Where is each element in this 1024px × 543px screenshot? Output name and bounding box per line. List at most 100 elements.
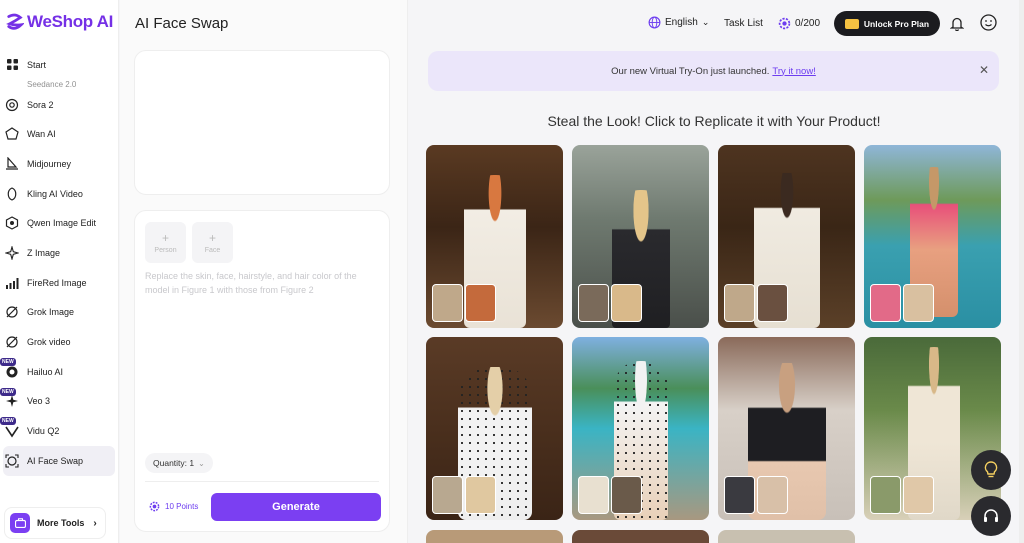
thumbnail (465, 284, 496, 322)
gallery-item[interactable] (572, 145, 709, 328)
upload-person-slot[interactable]: + Person (145, 222, 186, 263)
gallery-item[interactable] (718, 530, 855, 543)
hailuo-icon (5, 365, 19, 379)
sidebar-item-firered[interactable]: FireRed Image (0, 268, 118, 298)
unlock-label: Unlock Pro Plan (863, 18, 930, 29)
grid-icon (5, 58, 19, 72)
thumbnail (757, 476, 788, 514)
thumbnail (870, 284, 901, 322)
sidebar-item-sora[interactable]: Sora 2 (0, 90, 118, 120)
sidebar-item-label: Vidu Q2 (27, 426, 60, 437)
banner-text: Our new Virtual Try-On just launched. (611, 65, 770, 77)
chevron-down-icon: ⌄ (198, 458, 205, 468)
sidebar-item-midjourney[interactable]: Midjourney (0, 149, 118, 179)
credits-label: 0/200 (795, 18, 821, 29)
gallery-item[interactable] (572, 337, 709, 520)
sparkle-icon (5, 245, 19, 260)
sidebar-item-vidu[interactable]: NEW Vidu Q2 (0, 416, 118, 446)
sidebar-item-veo[interactable]: NEW Veo 3 (0, 387, 118, 417)
sidebar-item-hailuo[interactable]: NEW Hailuo AI (0, 357, 118, 387)
sidebar-item-label: Veo 3 (27, 396, 51, 407)
bars-icon (5, 276, 19, 290)
generate-button[interactable]: Generate (211, 493, 381, 521)
sidebar-item-grok-video[interactable]: Grok video (0, 327, 118, 357)
close-icon[interactable]: ✕ (979, 63, 989, 77)
thumbnail (724, 476, 755, 514)
banner-link[interactable]: Try it now! (772, 66, 815, 77)
gallery-item[interactable] (864, 145, 1001, 328)
new-badge: NEW (0, 417, 16, 426)
chevron-down-icon: ⌄ (701, 17, 710, 27)
seedance-icon (5, 80, 19, 90)
face-swap-icon (5, 454, 19, 468)
thumbnail (724, 284, 755, 322)
lightbulb-icon (984, 461, 998, 478)
thumbnail (870, 476, 901, 514)
language-label: English (665, 17, 698, 28)
thumbnail (611, 284, 642, 322)
sidebar-nav: Start Seedance 2.0 Sora 2 Wan AI Midjour… (0, 50, 118, 476)
sidebar-item-grok-image[interactable]: Grok Image (0, 298, 118, 328)
more-tools-button[interactable]: More Tools › (4, 507, 106, 539)
gallery-item[interactable] (718, 145, 855, 328)
prompt-input[interactable]: Replace the skin, face, hairstyle, and h… (145, 269, 380, 297)
vidu-icon (5, 424, 19, 438)
sidebar-item-wan[interactable]: Wan AI (0, 119, 118, 149)
user-avatar-icon[interactable] (980, 14, 997, 31)
plus-icon: + (161, 230, 169, 245)
gear-coin-icon (149, 501, 160, 512)
slot-label: Face (204, 246, 221, 254)
language-select[interactable]: English ⌄ (648, 16, 709, 29)
sidebar-item-label: Wan AI (27, 129, 56, 140)
sidebar-item-label: Z Image (27, 247, 61, 258)
gallery-item[interactable] (718, 337, 855, 520)
gallery-item[interactable] (426, 145, 563, 328)
sidebar-item-label: AI Face Swap (27, 455, 84, 466)
globe-icon (648, 16, 661, 29)
thumbnail (432, 476, 463, 514)
thumbnail (578, 476, 609, 514)
gallery-item[interactable] (426, 337, 563, 520)
thumbnail (611, 476, 642, 514)
logo[interactable]: WeShop AI (6, 12, 113, 32)
quantity-select[interactable]: Quantity: 1 ⌄ (145, 453, 213, 473)
support-button[interactable] (971, 496, 1011, 536)
sidebar-item-label: Grok Image (27, 307, 75, 318)
sidebar-item-label: Kling AI Video (27, 188, 83, 199)
gallery-item[interactable] (572, 530, 709, 543)
wan-icon (5, 127, 19, 141)
unlock-pro-button[interactable]: Unlock Pro Plan (834, 11, 940, 36)
gallery-title: Steal the Look! Click to Replicate it wi… (547, 113, 881, 129)
tool-panel: AI Face Swap + Person + Face Replace the… (120, 0, 408, 543)
sidebar-item-label: FireRed Image (27, 277, 87, 288)
sidebar-item-z-image[interactable]: Z Image (0, 238, 118, 268)
kling-icon (5, 186, 19, 201)
grok-icon (5, 335, 19, 349)
sidebar-item-kling[interactable]: Kling AI Video (0, 179, 118, 209)
credits-counter[interactable]: 0/200 (778, 17, 820, 30)
gallery-item[interactable] (864, 337, 1001, 520)
scrollbar[interactable] (1019, 0, 1024, 543)
sidebar-item-label: Start (27, 59, 47, 70)
chevron-right-icon: › (93, 517, 97, 529)
sora-icon (5, 98, 19, 112)
pro-icon (844, 18, 859, 29)
page-title: AI Face Swap (135, 15, 229, 32)
sidebar-item-qwen[interactable]: Qwen Image Edit (0, 208, 118, 238)
gallery-item[interactable] (426, 530, 563, 543)
bell-icon[interactable] (950, 16, 964, 31)
task-list-link[interactable]: Task List (724, 18, 763, 29)
more-tools-label: More Tools (37, 518, 85, 528)
prompt-card: + Person + Face Replace the skin, face, … (134, 210, 390, 532)
slot-label: Person (154, 246, 177, 254)
sailboat-icon (5, 156, 19, 171)
grok-icon (5, 305, 19, 319)
quantity-label: Quantity: 1 (153, 458, 195, 468)
sidebar-item-start[interactable]: Start (0, 50, 118, 80)
sidebar-item-ai-face-swap[interactable]: AI Face Swap (3, 445, 115, 476)
upload-face-slot[interactable]: + Face (192, 222, 233, 263)
weshop-logo-icon (6, 13, 24, 30)
thumbnail (432, 284, 463, 322)
lightbulb-button[interactable] (971, 450, 1011, 490)
sidebar-item-seedance[interactable]: Seedance 2.0 (0, 80, 118, 90)
